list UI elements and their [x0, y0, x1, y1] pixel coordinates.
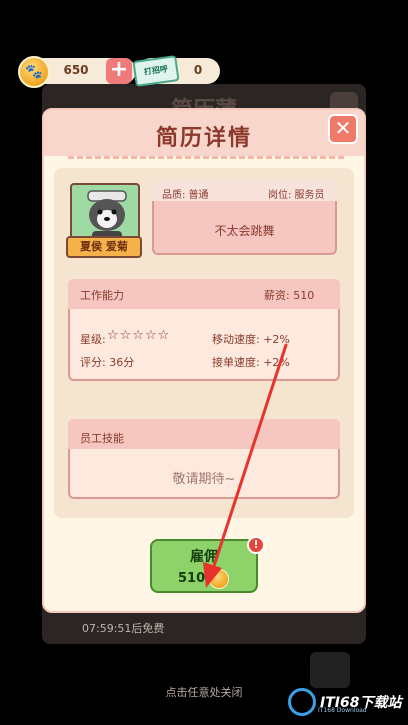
coin-icon [209, 569, 229, 589]
skills-placeholder: 敬请期待~ [172, 472, 236, 487]
header-divider [68, 156, 344, 160]
close-button[interactable]: ✕ [328, 114, 358, 144]
coin-count: 650 [63, 63, 89, 77]
order-speed: 接单速度: +2% [212, 356, 290, 369]
salary: 薪资: 510 [264, 289, 315, 302]
watermark-logo-icon [288, 688, 316, 716]
background-button [310, 652, 350, 688]
star-label: 星级: [80, 333, 106, 346]
skills-title: 员工技能 [80, 432, 124, 445]
employee-quality: 品质: 普通 [162, 190, 209, 201]
hire-cost: 510 [178, 571, 206, 586]
watermark-subtext: IT168 Download [318, 707, 367, 714]
modal-title: 简历详情 [155, 126, 252, 151]
free-timer: 07:59:51后免费 [82, 622, 165, 635]
star-rating: ☆☆☆☆☆ [107, 328, 171, 343]
paw-coin-icon: 🐾 [18, 56, 50, 88]
move-speed: 移动速度: +2% [212, 333, 290, 346]
watermark: ITI68下载站 [288, 684, 406, 720]
score: 评分: 36分 [80, 356, 135, 369]
ability-title: 工作能力 [80, 289, 124, 302]
alert-badge: ! [247, 536, 265, 554]
employee-description: 不太会跳舞 [214, 224, 275, 238]
add-coins-button[interactable]: + [106, 58, 132, 84]
hire-label: 雇佣 [190, 549, 218, 565]
ticket-count: 0 [193, 63, 203, 77]
employee-position: 岗位: 服务员 [268, 190, 325, 201]
employee-name: 夏侯 爱菊 [66, 236, 142, 258]
